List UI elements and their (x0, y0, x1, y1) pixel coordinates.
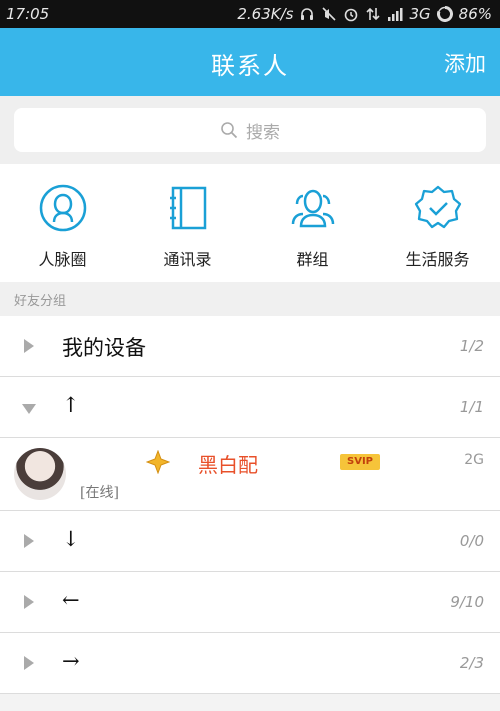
status-right-group: 2.63K/s 3G 86% (237, 5, 492, 23)
group-name: → (62, 649, 80, 673)
add-button[interactable]: 添加 (444, 48, 486, 78)
svip-badge: SVIP (340, 454, 380, 470)
section-label: 好友分组 (0, 282, 500, 316)
quick-action-services[interactable]: 生活服务 (375, 182, 500, 270)
search-area: 搜索 (0, 96, 500, 164)
expand-arrow-icon (24, 595, 34, 609)
quick-action-label: 生活服务 (405, 250, 470, 269)
battery-level: 86% (458, 5, 492, 23)
group-row[interactable]: 我的设备 1/2 (0, 316, 500, 377)
battery-icon (436, 6, 453, 22)
vip-star-icon (146, 450, 170, 474)
expand-arrow-icon (24, 656, 34, 670)
group-count: 9/10 (450, 593, 484, 611)
group-count: 2/3 (459, 654, 484, 672)
group-count: 1/1 (459, 398, 484, 416)
friend-group-list: 我的设备 1/2 ↑ 1/1 黑白配 SVIP 2G [在线] ↓ 0/0 ← … (0, 316, 500, 694)
verified-badge-icon (414, 185, 461, 229)
group-row[interactable]: → 2/3 (0, 633, 500, 694)
group-name: ← (62, 588, 80, 612)
quick-actions: 人脉圈 通讯录 群组 生活服务 (0, 164, 500, 282)
network-speed: 2.63K/s (237, 5, 294, 23)
signal-icon (388, 8, 403, 21)
collapse-arrow-icon (22, 404, 36, 414)
contact-network: 2G (464, 452, 484, 468)
page-title: 联系人 (211, 52, 289, 80)
quick-action-label: 通讯录 (163, 250, 212, 269)
headset-icon (301, 8, 314, 20)
quick-action-contacts[interactable]: 通讯录 (125, 182, 250, 270)
group-row[interactable]: ↓ 0/0 (0, 511, 500, 572)
avatar[interactable] (14, 448, 66, 500)
group-row[interactable]: ↑ 1/1 (0, 377, 500, 438)
expand-arrow-icon (24, 339, 34, 353)
person-circle-icon (39, 184, 86, 232)
address-book-icon (169, 186, 206, 230)
group-name: ↑ (62, 393, 80, 417)
group-name: 我的设备 (62, 336, 146, 360)
contact-status: [在线] (80, 485, 119, 501)
group-count: 0/0 (459, 532, 484, 550)
network-type: 3G (409, 5, 431, 23)
group-count: 1/2 (459, 337, 484, 355)
group-row[interactable]: ← 9/10 (0, 572, 500, 633)
group-name: ↓ (62, 527, 80, 551)
data-arrows-icon (366, 7, 381, 21)
alarm-icon (345, 8, 358, 22)
status-bar: 17:05 2.63K/s 3G 86% (0, 0, 500, 28)
search-placeholder: 搜索 (246, 122, 280, 143)
group-icon (291, 189, 334, 228)
contact-row[interactable]: 黑白配 SVIP 2G [在线] (0, 438, 500, 511)
quick-action-groups[interactable]: 群组 (250, 182, 375, 270)
contact-name: 黑白配 (198, 453, 258, 477)
quick-action-label: 人脉圈 (38, 250, 87, 269)
search-input[interactable]: 搜索 (14, 108, 486, 152)
status-time: 17:05 (6, 5, 50, 23)
search-icon (221, 122, 238, 139)
app-header: 联系人 添加 (0, 28, 500, 96)
quick-action-network[interactable]: 人脉圈 (0, 182, 125, 270)
expand-arrow-icon (24, 534, 34, 548)
quick-action-label: 群组 (296, 250, 329, 269)
mute-icon (322, 7, 337, 21)
